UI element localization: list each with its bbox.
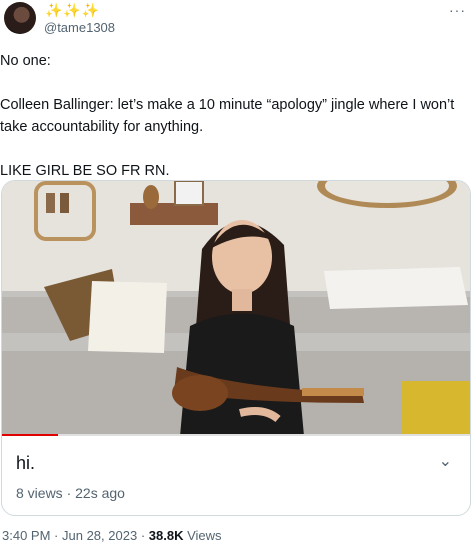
video-caption: hi.	[16, 453, 36, 473]
tweet-line-3: LIKE GIRL BE SO FR RN.	[0, 163, 170, 179]
tweet-time[interactable]: 3:40 PM	[2, 528, 50, 543]
chevron-down-icon[interactable]: ⌄	[439, 451, 452, 471]
avatar[interactable]	[4, 2, 36, 34]
video-thumbnail[interactable]	[2, 181, 470, 436]
separator-dot: ·	[140, 528, 149, 543]
separator-dot: ·	[54, 528, 62, 543]
display-name-sparkles[interactable]: ✨✨✨	[45, 2, 100, 19]
video-frame-illustration	[2, 181, 470, 436]
user-handle[interactable]: @tame1308	[44, 20, 115, 35]
video-progress-bar[interactable]	[2, 434, 470, 436]
views-count: 38.8K	[148, 528, 184, 543]
video-age: 22s ago	[75, 485, 125, 501]
video-views: 8 views	[16, 485, 63, 501]
views-label: Views	[187, 528, 222, 543]
tweet-line-1: No one:	[0, 53, 51, 69]
tweet-date[interactable]: Jun 28, 2023	[62, 528, 137, 543]
more-horizontal-icon[interactable]: ···	[449, 2, 466, 18]
tweet-line-2: Colleen Ballinger: let’s make a 10 minut…	[0, 97, 455, 135]
video-views-and-age: 8 views · 22s ago	[16, 485, 125, 501]
tweet-metadata: 3:40 PM · Jun 28, 2023 · 38.8K Views	[2, 528, 222, 543]
video-progress-fill	[2, 434, 59, 436]
separator-dot: ·	[66, 485, 76, 501]
video-card[interactable]: hi. ⌄ 8 views · 22s ago	[1, 180, 471, 516]
